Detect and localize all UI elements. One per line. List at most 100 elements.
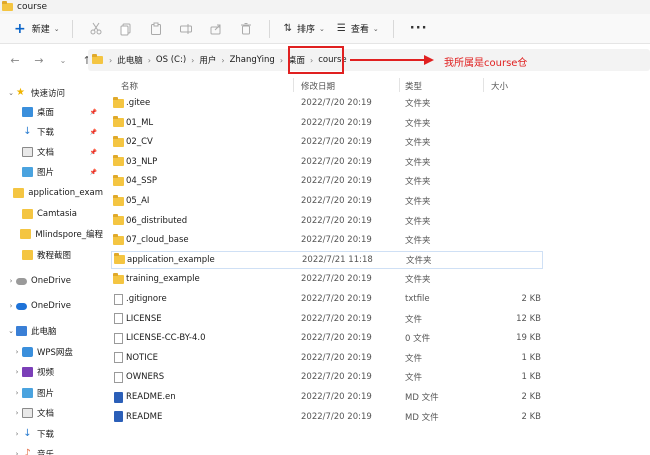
expand-chevron-icon[interactable]: › <box>12 450 22 455</box>
file-row[interactable]: .gitignore 2022/7/20 20:19 txtfile 2 KB <box>111 290 543 308</box>
sidebar-item[interactable]: 文档 📌 <box>0 143 103 161</box>
delete-button[interactable] <box>236 19 256 39</box>
file-icon <box>114 371 123 383</box>
cloud-blue-icon <box>16 302 27 310</box>
file-icon <box>114 332 123 344</box>
breadcrumb-item[interactable]: 用户 <box>199 54 216 66</box>
sidebar-item[interactable]: ↓ 下载 📌 <box>0 123 103 141</box>
sidebar-item[interactable]: › OneDrive <box>0 272 103 290</box>
sort-label: 排序 <box>297 25 316 35</box>
recent-chevron-icon[interactable]: ⌄ <box>54 51 72 69</box>
breadcrumb-item[interactable]: 此电脑 <box>117 54 143 66</box>
sidebar-item-label: 文档 <box>37 148 55 158</box>
folder-icon <box>13 188 25 198</box>
expand-chevron-icon[interactable]: › <box>12 368 22 376</box>
file-row[interactable]: 06_distributed 2022/7/20 20:19 文件夹 <box>111 212 543 230</box>
file-modified-date: 2022/7/20 20:19 <box>301 196 372 206</box>
sidebar-item[interactable]: 图片 📌 <box>0 163 103 181</box>
sidebar-item[interactable]: Mlindspore_编程 <box>0 225 103 243</box>
file-row[interactable]: 02_CV 2022/7/20 20:19 文件夹 <box>111 133 543 151</box>
breadcrumb-item[interactable]: ZhangYing <box>230 55 275 65</box>
sidebar-item-label: OneDrive <box>31 276 71 286</box>
file-row[interactable]: application_example 2022/7/21 11:18 文件夹 <box>111 250 543 269</box>
column-divider[interactable] <box>293 78 294 92</box>
sidebar-item[interactable]: › ↓ 下载 <box>0 425 103 443</box>
column-header-date[interactable]: 修改日期 <box>301 80 335 92</box>
file-name: OWNERS <box>126 372 165 383</box>
column-divider[interactable] <box>483 78 484 92</box>
sidebar-item[interactable]: › 图片 <box>0 384 103 402</box>
new-button[interactable]: + 新建 ⌄ <box>10 18 64 40</box>
file-row[interactable]: OWNERS 2022/7/20 20:19 文件 1 KB <box>111 368 543 386</box>
sidebar-item-label: OneDrive <box>31 301 71 311</box>
cloud-icon <box>16 277 27 285</box>
folder-icon <box>113 96 124 108</box>
expand-chevron-icon[interactable]: › <box>12 348 22 356</box>
file-row[interactable]: README.en 2022/7/20 20:19 MD 文件 2 KB <box>111 388 543 406</box>
folder-icon <box>113 116 124 128</box>
expand-chevron-icon[interactable]: › <box>6 277 16 285</box>
sidebar-item[interactable]: ⌄ ★ 快速访问 <box>0 84 103 102</box>
sidebar-item[interactable]: 教程截图 <box>0 246 103 264</box>
file-name: 01_ML <box>126 117 154 128</box>
expand-chevron-icon[interactable]: ⌄ <box>6 327 16 335</box>
sidebar-item[interactable]: › ♪ 音乐 <box>0 445 103 455</box>
expand-chevron-icon[interactable]: › <box>12 389 22 397</box>
sidebar-item[interactable]: 桌面 📌 <box>0 103 103 121</box>
file-icon <box>114 352 123 364</box>
column-header-name[interactable]: 名称 <box>121 80 138 92</box>
more-options-icon[interactable]: ··· <box>410 21 428 36</box>
sidebar-item[interactable]: › 视频 <box>0 363 103 381</box>
breadcrumb-item[interactable]: OS (C:) <box>156 55 186 65</box>
chevron-right-icon: › <box>221 55 225 65</box>
file-row[interactable]: 03_NLP 2022/7/20 20:19 文件夹 <box>111 153 543 171</box>
file-modified-date: 2022/7/20 20:19 <box>301 372 372 383</box>
back-arrow-icon[interactable]: ← <box>6 51 24 69</box>
file-modified-date: 2022/7/20 20:19 <box>301 392 372 402</box>
copy-button[interactable] <box>116 19 136 39</box>
file-row[interactable]: 05_AI 2022/7/20 20:19 文件夹 <box>111 192 543 210</box>
sidebar-item-label: WPS网盘 <box>37 348 73 358</box>
sidebar-item[interactable]: ⌄ 此电脑 <box>0 322 103 340</box>
folder-icon <box>22 250 33 260</box>
forward-arrow-icon[interactable]: → <box>30 51 48 69</box>
column-header-size[interactable]: 大小 <box>491 80 508 92</box>
sidebar-item[interactable]: › WPS网盘 <box>0 343 103 361</box>
scissors-icon <box>90 22 102 34</box>
pin-icon: 📌 <box>89 168 97 176</box>
expand-chevron-icon[interactable]: › <box>12 409 22 417</box>
expand-chevron-icon[interactable]: › <box>12 430 22 438</box>
sidebar-item[interactable]: › OneDrive <box>0 297 103 315</box>
file-type: 文件夹 <box>405 236 431 247</box>
view-button[interactable]: ☰ 查看 ⌄ <box>337 18 379 40</box>
sidebar-item[interactable]: Camtasia <box>0 205 103 223</box>
expand-chevron-icon[interactable]: ⌄ <box>6 89 16 97</box>
computer-icon <box>16 326 27 336</box>
paste-button[interactable] <box>146 19 166 39</box>
file-row[interactable]: README 2022/7/20 20:19 MD 文件 2 KB <box>111 408 543 426</box>
sidebar-item[interactable]: › 文档 <box>0 404 103 422</box>
file-modified-date: 2022/7/20 20:19 <box>301 215 372 226</box>
sidebar-item[interactable]: application_exam <box>0 184 103 202</box>
sidebar-item-label: 桌面 <box>37 108 55 118</box>
expand-chevron-icon[interactable]: › <box>6 302 16 310</box>
file-row[interactable]: LICENSE-CC-BY-4.0 2022/7/20 20:19 0 文件 19 K… <box>111 329 543 347</box>
file-row[interactable]: NOTICE 2022/7/20 20:19 文件 1 KB <box>111 349 543 367</box>
file-size: 12 KB <box>516 313 541 324</box>
cut-button[interactable] <box>86 19 106 39</box>
column-divider[interactable] <box>399 78 400 92</box>
share-button[interactable] <box>206 19 226 39</box>
sidebar-item-label: 图片 <box>37 389 55 399</box>
file-row[interactable]: LICENSE 2022/7/20 20:19 文件 12 KB <box>111 310 543 328</box>
rename-button[interactable] <box>176 19 196 39</box>
annotation-arrow <box>350 55 434 65</box>
file-row[interactable]: .gitee 2022/7/20 20:19 文件夹 <box>111 94 543 112</box>
file-row[interactable]: 07_cloud_base 2022/7/20 20:19 文件夹 <box>111 231 543 249</box>
column-header-type[interactable]: 类型 <box>405 80 422 92</box>
file-row[interactable]: 04_SSP 2022/7/20 20:19 文件夹 <box>111 172 543 190</box>
file-modified-date: 2022/7/20 20:19 <box>301 137 372 148</box>
chevron-right-icon: › <box>147 55 151 65</box>
file-row[interactable]: training_example 2022/7/20 20:19 文件夹 <box>111 270 543 288</box>
file-row[interactable]: 01_ML 2022/7/20 20:19 文件夹 <box>111 114 543 132</box>
sort-button[interactable]: ⇅ 排序 ⌄ <box>284 18 325 40</box>
